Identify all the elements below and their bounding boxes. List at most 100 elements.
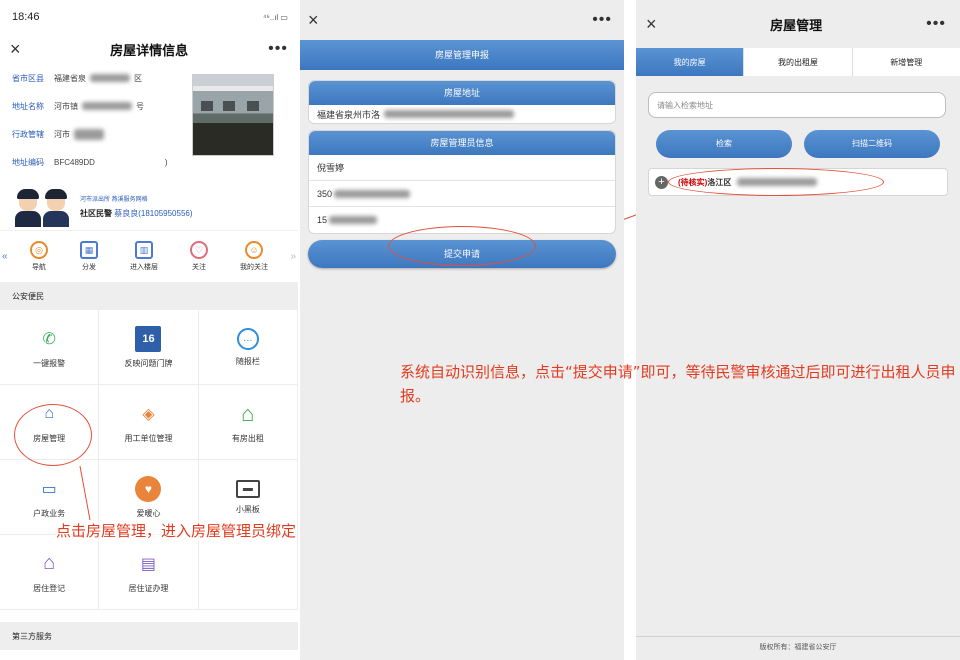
photo-window <box>201 101 213 111</box>
phone-icon: ✆ <box>42 330 56 348</box>
action-buttons: 检索 扫描二维码 <box>636 130 960 158</box>
tag-icon: ◈ <box>142 405 155 423</box>
grid-item-house-rent[interactable]: ⌂ 有房出租 <box>198 385 298 460</box>
more-icon[interactable]: ••• <box>592 11 612 29</box>
police-avatar-icon <box>14 187 76 227</box>
grid-label: 有房出租 <box>231 433 264 443</box>
nav-bar: × ••• <box>300 0 624 40</box>
admin-id-field[interactable]: 350 <box>309 181 615 207</box>
police-label: 社区民警 <box>80 209 112 218</box>
highlight-circle-submit <box>388 226 536 266</box>
tab-my-house[interactable]: 我的房屋 <box>636 48 745 76</box>
police-contact[interactable]: 社区民警 蔡良良(18105950556) <box>80 207 193 220</box>
navigation-icon: ◎ <box>30 241 48 259</box>
address-value: 福建省泉州市洛 <box>309 105 615 123</box>
quick-label: 分发 <box>82 264 96 271</box>
quick-label: 关注 <box>192 264 206 271</box>
grid-item-report-board[interactable]: … 随报栏 <box>198 310 298 385</box>
quick-navigation[interactable]: ◎ 导航 <box>30 241 48 272</box>
chevron-left-icon[interactable]: « <box>2 251 8 262</box>
quick-enter-floor[interactable]: ▥ 进入楼层 <box>130 241 158 272</box>
chat-icon: … <box>236 327 259 350</box>
admin-id: 350 <box>317 188 333 199</box>
redacted-text <box>384 110 515 118</box>
grid-item-employer-manage[interactable]: ◈ 用工单位管理 <box>99 385 199 460</box>
grid-label: 随报栏 <box>235 356 260 366</box>
grid-item-report-doorplate[interactable]: 16 反映问题门牌 <box>99 310 199 385</box>
info-label: 行政管辖 <box>12 129 44 139</box>
phone-panel-house-manage: × 房屋管理 ••• 我的房屋 我的出租屋 新增管理 请输入检索地址 检索 扫描… <box>636 0 960 660</box>
page-title: 房屋管理申报 <box>300 40 624 70</box>
board-icon: ▬ <box>235 479 260 498</box>
admin-header: 房屋管理员信息 <box>309 131 615 155</box>
more-icon[interactable]: ••• <box>268 40 288 58</box>
search-button[interactable]: 检索 <box>656 130 792 158</box>
status-time: 18:46 <box>12 11 40 23</box>
info-value-tail: 号 <box>136 101 144 111</box>
redacted-text <box>329 216 378 224</box>
info-value: 河市镇 <box>54 101 78 111</box>
quick-actions: « ◎ 导航 ▦ 分发 ▥ 进入楼层 ♡ 关注 ☺ 我的关注 » <box>0 230 298 282</box>
page-title: 房屋详情信息 <box>110 42 189 58</box>
grid-label: 反映问题门牌 <box>124 358 173 368</box>
nav-bar: × 房屋管理 ••• <box>636 0 960 48</box>
redacted-text <box>334 189 411 198</box>
phone-panel-house-detail: 18:46 ⁴⁶..ıl ▭ × 房屋详情信息 ••• 省市区县 福建省泉 区 … <box>0 0 298 660</box>
nav-bar: × 房屋详情信息 ••• <box>0 34 298 64</box>
address-header: 房屋地址 <box>309 81 615 105</box>
plus-icon[interactable]: + <box>655 175 668 189</box>
admin-phone: 15 <box>317 215 328 225</box>
redacted-text <box>90 74 130 82</box>
tab-my-rental[interactable]: 我的出租屋 <box>744 48 853 76</box>
tab-add-manage[interactable]: 新增管理 <box>853 48 960 76</box>
info-label: 省市区县 <box>12 73 44 83</box>
close-icon[interactable]: × <box>308 10 328 31</box>
chevron-right-icon[interactable]: » <box>290 251 296 262</box>
search-input[interactable]: 请输入检索地址 <box>648 92 946 118</box>
grid-item-residence-register[interactable]: ⌂ 居住登记 <box>0 535 100 610</box>
police-unit: 河市派出所 燕溪服务网格 <box>80 197 148 203</box>
more-icon[interactable]: ••• <box>926 15 946 33</box>
quick-my-follow[interactable]: ☺ 我的关注 <box>240 241 268 272</box>
info-value-tail: ) <box>164 157 168 167</box>
admin-name: 倪雪婷 <box>317 163 345 173</box>
close-icon[interactable]: × <box>10 39 30 60</box>
section-third-party: 第三方服务 <box>0 622 298 650</box>
admin-name-field[interactable]: 倪雪婷 <box>309 155 615 181</box>
quick-label: 我的关注 <box>240 264 268 271</box>
heart-icon: ♡ <box>190 241 208 259</box>
grid-item-alarm[interactable]: ✆ 一键报警 <box>0 310 100 385</box>
grid-label: 居住登记 <box>33 583 66 593</box>
qrcode-icon: ▦ <box>80 241 98 259</box>
card-icon: ▭ <box>41 480 57 498</box>
photo-window <box>223 101 235 111</box>
info-value: 河市 <box>54 129 70 139</box>
status-bar: 18:46 ⁴⁶..ıl ▭ <box>0 0 298 34</box>
scan-qrcode-button[interactable]: 扫描二维码 <box>804 130 940 158</box>
redacted-text <box>74 128 104 140</box>
grid-item-residence-permit[interactable]: ▤ 居住证办理 <box>99 535 199 610</box>
highlight-circle-record <box>668 168 884 196</box>
info-label: 地址编码 <box>12 157 44 167</box>
redacted-text <box>82 102 132 110</box>
grid-label: 爱暖心 <box>136 508 161 518</box>
footer-copyright: 版权所有：福建省公安厅 <box>636 636 960 660</box>
user-icon: ☺ <box>245 241 263 259</box>
highlight-circle-house-manage <box>14 404 92 466</box>
house-register-icon: ⌂ <box>43 552 56 574</box>
address-text: 福建省泉州市洛 <box>317 109 381 120</box>
police-text: 河市派出所 燕溪服务网格 社区民警 蔡良良(18105950556) <box>80 194 193 220</box>
close-icon[interactable]: × <box>646 14 666 35</box>
grid-label: 户政业务 <box>33 508 66 518</box>
address-card: 房屋地址 福建省泉州市洛 <box>308 80 616 124</box>
love-icon: ♥ <box>135 475 162 502</box>
police-figure <box>42 189 70 227</box>
tab-bar: 我的房屋 我的出租屋 新增管理 <box>636 48 960 76</box>
quick-share[interactable]: ▦ 分发 <box>80 241 98 272</box>
grid-item-empty <box>198 535 298 610</box>
info-value-tail: 区 <box>134 73 142 83</box>
house-photo[interactable] <box>192 74 274 156</box>
signal-battery-icon: ⁴⁶..ıl ▭ <box>263 12 288 22</box>
photo-window <box>247 101 259 111</box>
quick-follow[interactable]: ♡ 关注 <box>190 241 208 272</box>
